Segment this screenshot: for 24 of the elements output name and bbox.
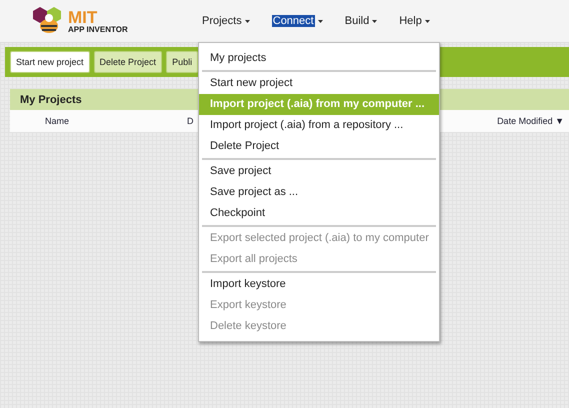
column-header[interactable]: Name (45, 116, 70, 126)
menu-item[interactable]: Start new project (199, 73, 439, 94)
toolbar-button[interactable]: Delete Project (94, 51, 162, 73)
column-header[interactable]: Date Modified ▼ (497, 116, 564, 126)
menu-item[interactable]: My projects (199, 48, 439, 69)
nav-menu[interactable]: Projects (202, 15, 250, 27)
logo-subtitle: APP INVENTOR (68, 26, 128, 34)
caret-icon (318, 20, 323, 22)
menu-item[interactable]: Save project as ... (199, 182, 439, 203)
menu-item[interactable]: Delete Project (199, 136, 439, 157)
logo-title: MIT (68, 8, 98, 26)
panel-title: My Projects (20, 94, 82, 106)
caret-icon (244, 20, 250, 22)
toolbar-button[interactable]: Start new project (10, 51, 90, 73)
menu-item[interactable]: Save project (199, 161, 439, 182)
toolbar-button[interactable]: Publi (166, 51, 198, 73)
menu-item[interactable]: Checkpoint (199, 203, 439, 224)
nav-menu[interactable]: Build (344, 15, 378, 27)
menu-item[interactable]: Import keystore (199, 274, 439, 295)
column-header[interactable]: D (187, 116, 194, 126)
menu-item[interactable]: Import project (.aia) from a repository ... (199, 115, 439, 136)
caret-icon (372, 20, 378, 22)
nav-menu[interactable]: Help (399, 15, 430, 27)
caret-icon (424, 20, 430, 22)
